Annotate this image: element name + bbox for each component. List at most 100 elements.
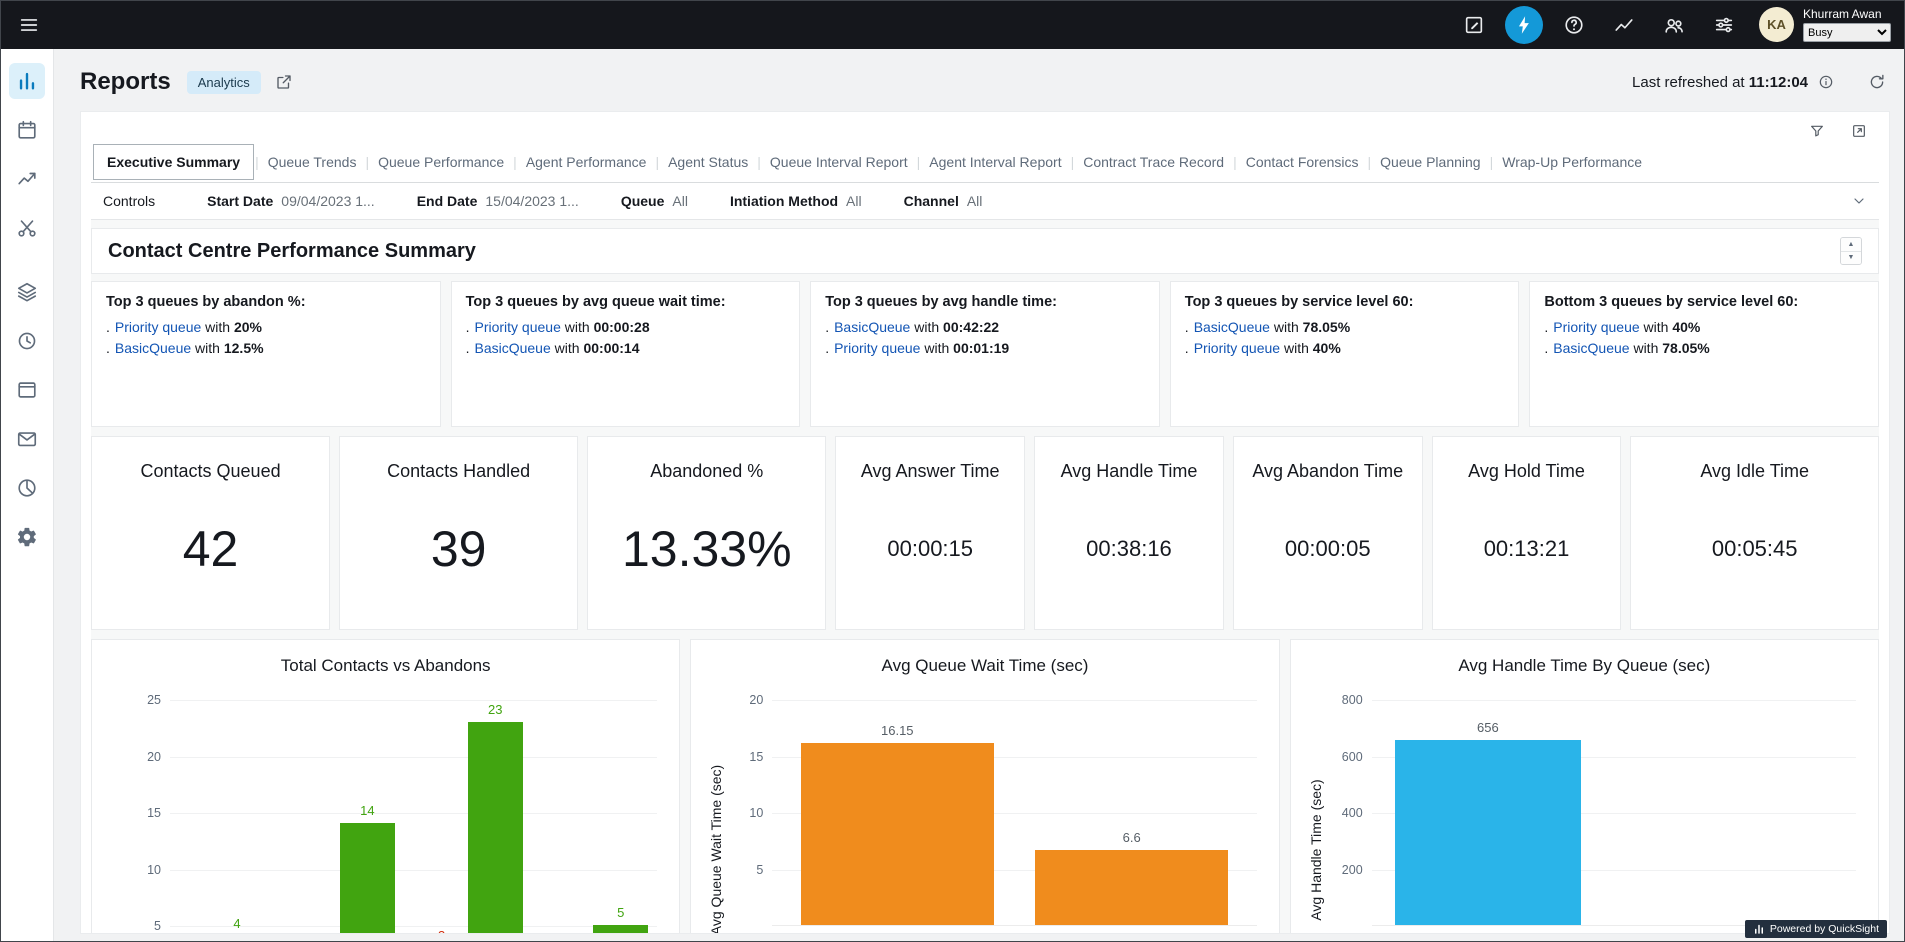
sidebar-item-window[interactable] (9, 372, 45, 408)
control-filter-label: Channel (904, 193, 959, 209)
tab-queue-performance[interactable]: Queue Performance (370, 144, 512, 180)
y-axis-label: Avg Queue Wait Time (sec) (703, 700, 729, 934)
tab-agent-performance[interactable]: Agent Performance (518, 144, 655, 180)
control-filter-channel[interactable]: ChannelAll (904, 193, 983, 209)
sidebar-item-bar-chart[interactable] (9, 63, 45, 99)
kpi-value: 00:00:15 (887, 482, 973, 615)
sidebar-item-pie-chart[interactable] (9, 470, 45, 506)
insight-connector: with (920, 340, 953, 356)
analytics-button[interactable] (1605, 6, 1643, 44)
bar-contacts[interactable] (340, 823, 395, 934)
charts-row: Total Contacts vs Abandons 252015105 414… (91, 639, 1879, 934)
sliders-icon (1713, 14, 1735, 36)
controls-bar: Controls Start Date09/04/2023 1...End Da… (91, 183, 1879, 220)
tab-contact-forensics[interactable]: Contact Forensics (1238, 144, 1367, 180)
y-tick-label: 20 (147, 750, 161, 764)
chart-body: Avg Queue Wait Time (sec) 2015105 16.156… (691, 700, 1278, 934)
help-button[interactable] (1555, 6, 1593, 44)
bar-handle[interactable] (1395, 740, 1580, 925)
bar-value-label: 656 (1477, 720, 1499, 735)
users-icon (1663, 14, 1685, 36)
powered-by-quicksight[interactable]: Powered by QuickSight (1745, 920, 1887, 938)
y-tick-label: 800 (1342, 693, 1363, 707)
refresh-button[interactable] (1864, 69, 1890, 95)
flash-button[interactable] (1505, 6, 1543, 44)
bullet-dot: . (1185, 340, 1189, 356)
feedback-icon (1463, 14, 1485, 36)
tab-agent-status[interactable]: Agent Status (660, 144, 756, 180)
status-select[interactable]: Busy (1803, 23, 1891, 42)
control-filter-end-date[interactable]: End Date15/04/2023 1... (417, 193, 579, 209)
tab-wrap-up-performance[interactable]: Wrap-Up Performance (1494, 144, 1650, 180)
spinner-up-button[interactable]: ▲ (1841, 238, 1861, 251)
sidebar-item-scissors[interactable] (9, 210, 45, 246)
menu-button[interactable] (10, 6, 48, 44)
kpi-avg-idle-time: Avg Idle Time00:05:45 (1630, 436, 1879, 630)
bullet-dot: . (825, 340, 829, 356)
analytics-icon (1613, 14, 1635, 36)
chart-title: Avg Handle Time By Queue (sec) (1291, 640, 1878, 676)
flash-icon (1513, 14, 1535, 36)
insight-line: .Priority queue with 40% (1185, 340, 1505, 356)
kpi-cards-row: Contacts Queued42Contacts Handled39Aband… (91, 436, 1879, 630)
sidebar-item-layers[interactable] (9, 274, 45, 310)
bar-contacts[interactable] (468, 722, 523, 934)
pie-chart-icon (16, 477, 38, 499)
sliders-button[interactable] (1705, 6, 1743, 44)
expand-button[interactable] (1847, 119, 1871, 143)
panel-toolbar (91, 112, 1879, 142)
sidebar-item-email[interactable] (9, 421, 45, 457)
insight-line: .BasicQueue with 78.05% (1544, 340, 1864, 356)
queue-link[interactable]: BasicQueue (834, 319, 910, 335)
queue-link[interactable]: Priority queue (1194, 340, 1280, 356)
insight-value: 00:42:22 (943, 319, 999, 335)
bar-wait[interactable] (1035, 850, 1228, 925)
avatar[interactable]: KA (1759, 7, 1794, 42)
sidebar-item-history[interactable] (9, 323, 45, 359)
insight-line: .BasicQueue with 12.5% (106, 340, 426, 356)
queue-link[interactable]: BasicQueue (1194, 319, 1270, 335)
topbar: KA Khurram Awan Busy (0, 0, 1905, 49)
sidebar-item-calendar[interactable] (9, 112, 45, 148)
queue-link[interactable]: Priority queue (474, 319, 560, 335)
bar-value-label: 6.6 (1123, 830, 1141, 845)
info-icon[interactable] (1818, 74, 1834, 90)
tab-queue-planning[interactable]: Queue Planning (1372, 144, 1488, 180)
users-button[interactable] (1655, 6, 1693, 44)
plot-area: 656 (1372, 700, 1856, 926)
control-filter-queue[interactable]: QueueAll (621, 193, 688, 209)
y-tick-label: 10 (147, 863, 161, 877)
sidebar (0, 49, 54, 942)
control-filter-intiation-method[interactable]: Intiation MethodAll (730, 193, 862, 209)
tab-agent-interval-report[interactable]: Agent Interval Report (921, 144, 1069, 180)
bar-wait[interactable] (801, 743, 994, 925)
tab-queue-trends[interactable]: Queue Trends (260, 144, 365, 180)
kpi-label: Avg Answer Time (861, 461, 1000, 482)
bar-contacts[interactable] (593, 925, 648, 934)
tab-executive-summary[interactable]: Executive Summary (93, 144, 254, 180)
queue-link[interactable]: BasicQueue (1553, 340, 1629, 356)
queue-link[interactable]: Priority queue (834, 340, 920, 356)
spinner-down-button[interactable]: ▼ (1841, 251, 1861, 264)
open-external-button[interactable] (271, 69, 297, 95)
queue-link[interactable]: Priority queue (1553, 319, 1639, 335)
sidebar-item-gear[interactable] (9, 519, 45, 555)
bar-value-label: 3 (438, 928, 445, 934)
control-filter-start-date[interactable]: Start Date09/04/2023 1... (207, 193, 375, 209)
chevron-down-icon[interactable] (1851, 193, 1867, 209)
control-filter-label: Start Date (207, 193, 273, 209)
insight-card-title: Top 3 queues by avg queue wait time: (466, 294, 786, 310)
kpi-value: 00:05:45 (1712, 482, 1798, 615)
kpi-avg-answer-time: Avg Answer Time00:00:15 (835, 436, 1025, 630)
queue-link[interactable]: BasicQueue (474, 340, 550, 356)
last-refreshed-label: Last refreshed at (1632, 74, 1745, 91)
filter-button[interactable] (1805, 119, 1829, 143)
insight-connector: with (1280, 340, 1313, 356)
tab-contract-trace-record[interactable]: Contract Trace Record (1075, 144, 1232, 180)
tab-queue-interval-report[interactable]: Queue Interval Report (762, 144, 916, 180)
sidebar-item-trend[interactable] (9, 161, 45, 197)
report-tabs: Executive Summary|Queue Trends|Queue Per… (91, 142, 1879, 183)
queue-link[interactable]: BasicQueue (115, 340, 191, 356)
queue-link[interactable]: Priority queue (115, 319, 201, 335)
feedback-button[interactable] (1455, 6, 1493, 44)
